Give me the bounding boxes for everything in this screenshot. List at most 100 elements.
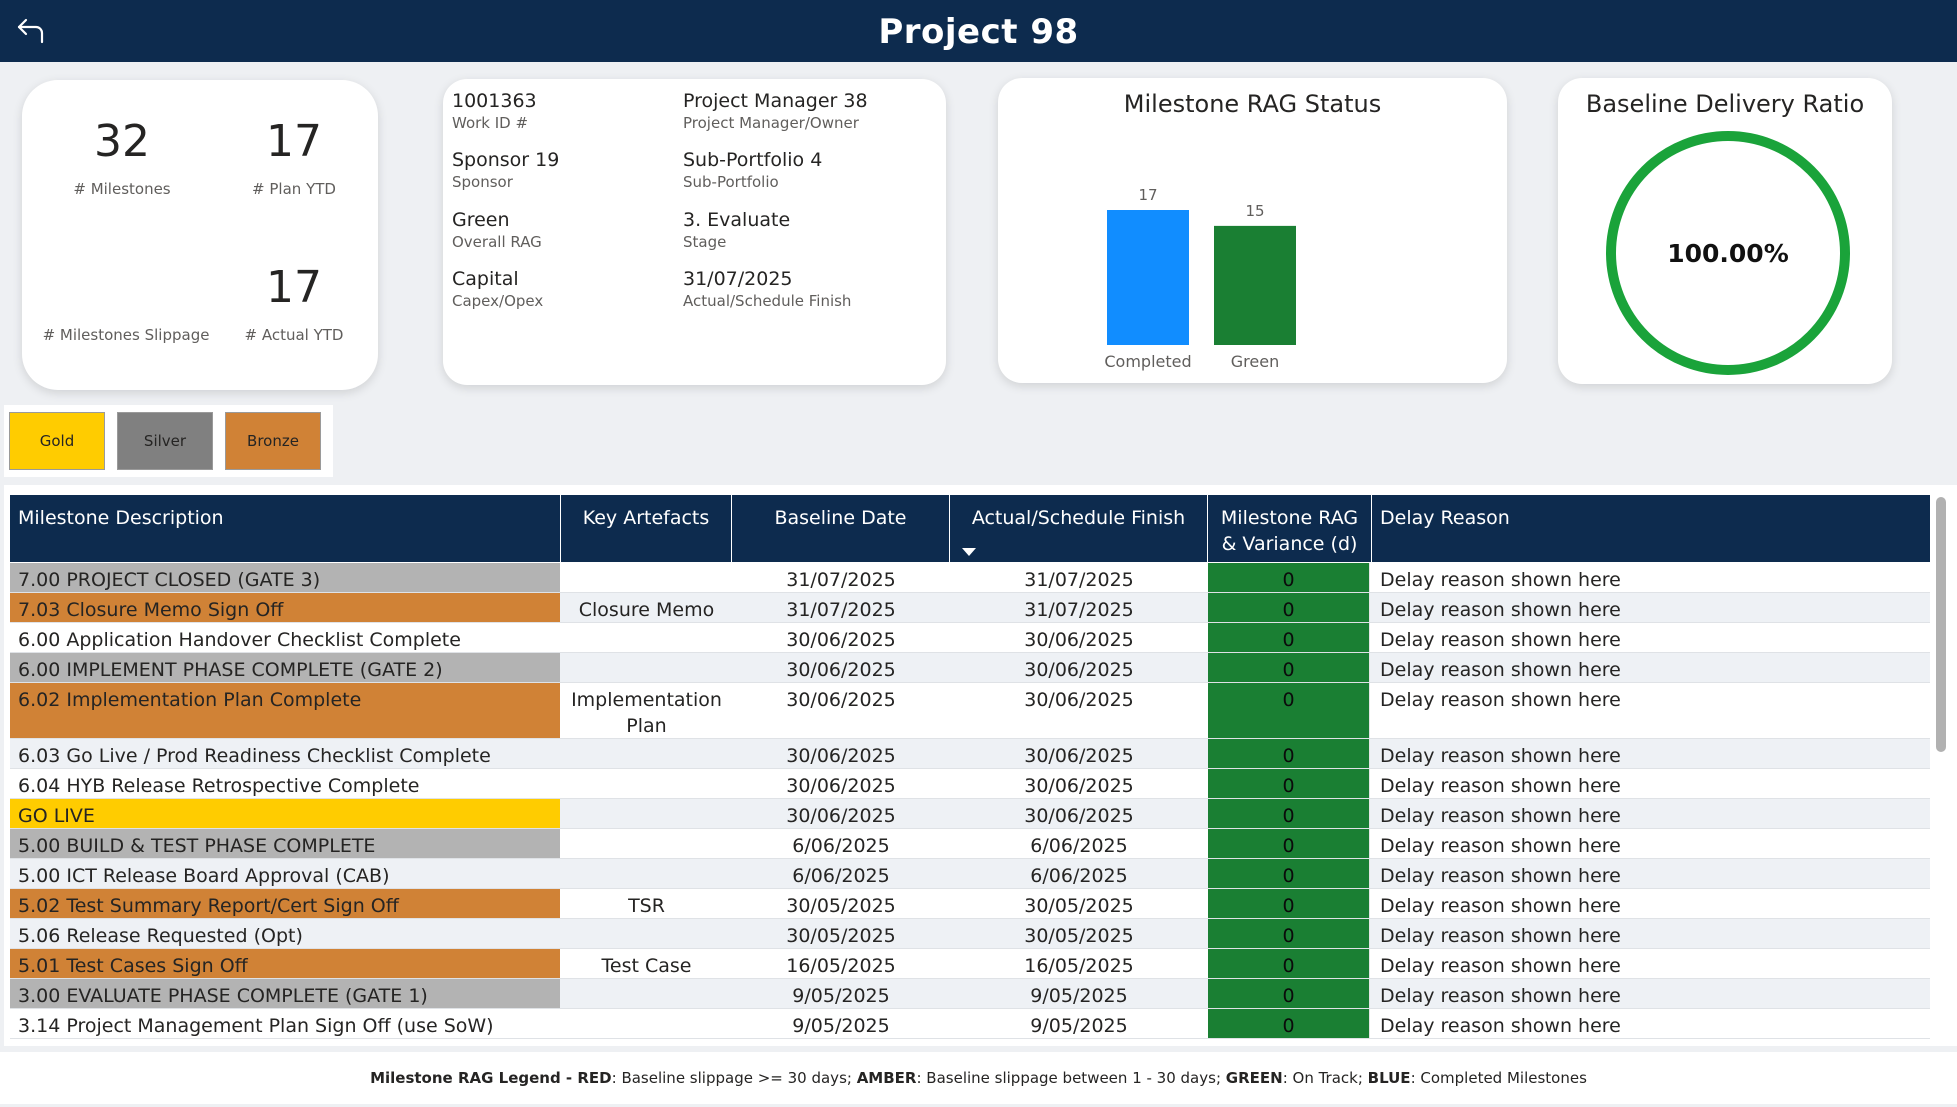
info-sponsor: Sponsor 19 Sponsor: [452, 149, 559, 191]
milestone-description-cell: GO LIVE: [10, 799, 560, 828]
rag-variance-cell: 0: [1208, 653, 1370, 682]
milestone-description-cell: 7.03 Closure Memo Sign Off: [10, 593, 560, 622]
milestone-description-cell: 6.04 HYB Release Retrospective Complete: [18, 775, 420, 797]
baseline-date-cell: 6/06/2025: [792, 835, 890, 857]
rag-variance-cell: 0: [1208, 563, 1370, 592]
table-body: 7.00 PROJECT CLOSED (GATE 3) 31/07/2025 31…: [10, 563, 1930, 1039]
column-header-rag-variance[interactable]: Milestone RAG & Variance (d): [1208, 495, 1372, 562]
milestone-description-cell: 6.02 Implementation Plan Complete: [10, 683, 560, 738]
column-header-description[interactable]: Milestone Description: [10, 495, 561, 562]
info-rag: Green Overall RAG: [452, 209, 542, 251]
delay-reason-cell: Delay reason shown here: [1380, 745, 1621, 767]
milestone-description-cell: 3.00 EVALUATE PHASE COMPLETE (GATE 1): [10, 979, 560, 1008]
silver-filter-button[interactable]: Silver: [117, 412, 213, 470]
table-row[interactable]: 7.00 PROJECT CLOSED (GATE 3) 31/07/2025 31…: [10, 563, 1930, 593]
info-sub-portfolio-value: Sub-Portfolio 4: [683, 149, 823, 171]
delay-reason-cell: Delay reason shown here: [1380, 689, 1621, 711]
kpi-slippage: # Milestones Slippage: [26, 266, 226, 344]
table-row[interactable]: 5.00 ICT Release Board Approval (CAB) 6/0…: [10, 859, 1930, 889]
bar-green[interactable]: [1214, 225, 1296, 345]
delay-reason-cell: Delay reason shown here: [1380, 955, 1621, 977]
key-artefact-cell: Test Case: [601, 955, 692, 977]
legend-green-text: : On Track;: [1282, 1069, 1368, 1087]
column-header-actual-finish-label: Actual/Schedule Finish: [971, 507, 1186, 529]
milestone-table-panel: Milestone Description Key Artefacts Base…: [4, 485, 1957, 1046]
delay-reason-cell: Delay reason shown here: [1380, 599, 1621, 621]
key-artefact-cell: [561, 829, 732, 858]
table-row[interactable]: 3.00 EVALUATE PHASE COMPLETE (GATE 1) 9/0…: [10, 979, 1930, 1009]
info-sponsor-label: Sponsor: [452, 173, 513, 191]
milestone-description-cell: 5.02 Test Summary Report/Cert Sign Off: [10, 889, 560, 918]
column-header-key-artefacts[interactable]: Key Artefacts: [561, 495, 732, 562]
rag-variance-cell: 0: [1208, 949, 1370, 978]
milestone-rag-chart-card: Milestone RAG Status 17 Completed 15 Green: [998, 78, 1507, 383]
info-manager-value: Project Manager 38: [683, 90, 868, 112]
kpi-milestones: 32 # Milestones: [42, 120, 202, 199]
rag-variance-cell: 0: [1208, 859, 1370, 888]
legend-blue-key: BLUE: [1367, 1069, 1411, 1087]
milestone-description-cell: 6.00 IMPLEMENT PHASE COMPLETE (GATE 2): [10, 653, 560, 682]
key-artefact-cell: [561, 739, 732, 768]
baseline-date-cell: 30/06/2025: [786, 745, 896, 767]
info-work-id: 1001363 Work ID #: [452, 90, 537, 132]
info-manager-label: Project Manager/Owner: [683, 114, 859, 132]
key-artefact-cell: [561, 979, 732, 1008]
info-finish-value: 31/07/2025: [683, 268, 793, 290]
bar-completed[interactable]: [1107, 210, 1189, 345]
gold-filter-button[interactable]: Gold: [9, 412, 105, 470]
actual-finish-cell: 30/05/2025: [1024, 895, 1134, 917]
table-row[interactable]: 5.06 Release Requested (Opt) 30/05/2025 30…: [10, 919, 1930, 949]
column-header-actual-finish[interactable]: Actual/Schedule Finish: [950, 495, 1208, 562]
rag-variance-cell: 0: [1208, 919, 1370, 948]
table-row[interactable]: 7.03 Closure Memo Sign Off Closure Memo 31…: [10, 593, 1930, 623]
actual-finish-cell: 31/07/2025: [1024, 599, 1134, 621]
table-scrollbar[interactable]: [1936, 497, 1946, 752]
delay-reason-cell: Delay reason shown here: [1380, 775, 1621, 797]
rag-variance-cell: 0: [1208, 769, 1370, 798]
table-row[interactable]: 3.14 Project Management Plan Sign Off (u…: [10, 1009, 1930, 1039]
actual-finish-cell: 31/07/2025: [1024, 569, 1134, 591]
info-sub-portfolio: Sub-Portfolio 4 Sub-Portfolio: [683, 149, 822, 191]
key-artefact-cell: [561, 623, 732, 652]
table-row[interactable]: 6.02 Implementation Plan Complete Impleme…: [10, 683, 1930, 739]
category-label: Green: [1231, 352, 1279, 371]
info-rag-label: Overall RAG: [452, 233, 542, 251]
milestone-rag-chart: 17 Completed 15 Green: [1104, 186, 1296, 371]
rag-variance-cell: 0: [1208, 623, 1370, 652]
title-bar: Project 98: [0, 0, 1957, 62]
milestone-description-cell: 6.03 Go Live / Prod Readiness Checklist …: [18, 745, 491, 767]
table-row[interactable]: 6.04 HYB Release Retrospective Complete 3…: [10, 769, 1930, 799]
kpi-actual-ytd: 17 # Actual YTD: [214, 262, 374, 345]
sort-descending-icon[interactable]: [962, 548, 976, 556]
table-row[interactable]: GO LIVE 30/06/2025 30/06/2025 0 Delay reason…: [10, 799, 1930, 829]
legend-blue-text: : Completed Milestones: [1410, 1069, 1587, 1087]
milestone-description-cell: 5.00 ICT Release Board Approval (CAB): [18, 865, 390, 887]
info-capex: Capital Capex/Opex: [452, 268, 543, 310]
category-label: Completed: [1104, 352, 1191, 371]
baseline-date-cell: 30/06/2025: [786, 629, 896, 651]
milestone-description-cell: 6.00 Application Handover Checklist Comp…: [18, 629, 461, 651]
rag-variance-cell: 0: [1208, 889, 1370, 918]
table-row[interactable]: 6.00 Application Handover Checklist Comp…: [10, 623, 1930, 653]
table-row[interactable]: 6.03 Go Live / Prod Readiness Checklist …: [10, 739, 1930, 769]
kpi-milestones-label: # Milestones: [73, 180, 171, 198]
bronze-filter-button[interactable]: Bronze: [225, 412, 321, 470]
table-row[interactable]: 5.01 Test Cases Sign Off Test Case 16/05/2…: [10, 949, 1930, 979]
info-work-id-value: 1001363: [452, 90, 537, 112]
table-row[interactable]: 5.02 Test Summary Report/Cert Sign Off TS…: [10, 889, 1930, 919]
rag-variance-cell: 0: [1208, 593, 1370, 622]
table-row[interactable]: 5.00 BUILD & TEST PHASE COMPLETE 6/06/202…: [10, 829, 1930, 859]
key-artefact-cell: Closure Memo: [578, 599, 715, 621]
table-row[interactable]: 6.00 IMPLEMENT PHASE COMPLETE (GATE 2) 30…: [10, 653, 1930, 683]
key-artefact-cell: Implementation Plan: [571, 689, 722, 737]
info-finish: 31/07/2025 Actual/Schedule Finish: [683, 268, 851, 310]
kpi-actual-ytd-value: 17: [266, 262, 322, 313]
milestone-description-cell: 5.00 BUILD & TEST PHASE COMPLETE: [10, 829, 560, 858]
legend-amber-text: : Baseline slippage between 1 - 30 days;: [916, 1069, 1226, 1087]
column-header-baseline-date[interactable]: Baseline Date: [732, 495, 950, 562]
column-header-delay-reason[interactable]: Delay Reason: [1372, 495, 1930, 562]
page-title: Project 98: [878, 12, 1079, 52]
info-work-id-label: Work ID #: [452, 114, 529, 132]
project-info-card: 1001363 Work ID # Project Manager 38 Pro…: [443, 79, 946, 385]
delay-reason-cell: Delay reason shown here: [1380, 629, 1621, 651]
